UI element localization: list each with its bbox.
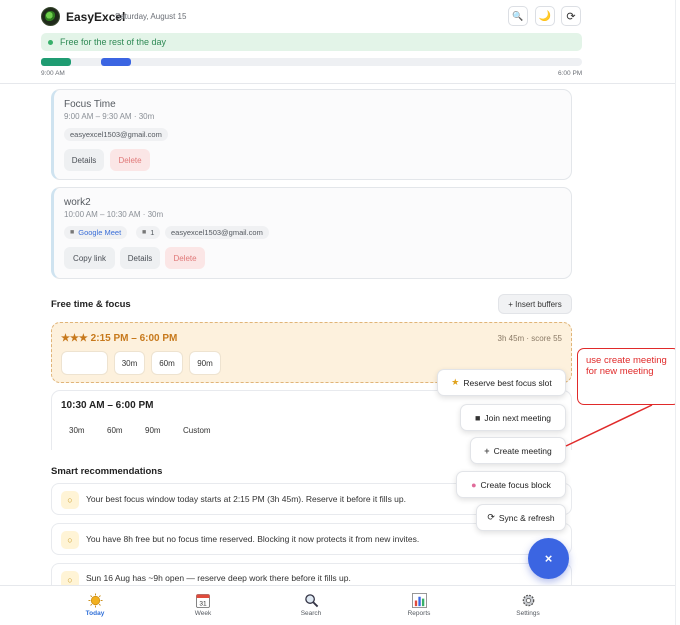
window-edge	[675, 0, 680, 625]
day-timeline	[41, 58, 582, 66]
recommendation-card[interactable]: ○ Sun 16 Aug has ~9h open — reserve deep…	[51, 563, 572, 589]
refresh-icon: ⟳	[566, 10, 576, 23]
nav-settings[interactable]: Settings	[498, 592, 558, 617]
moon-icon: 🌙	[538, 10, 552, 22]
create-focus-block-button[interactable]: ● Create focus block	[456, 471, 566, 498]
app-logo-icon	[41, 7, 60, 26]
nav-week[interactable]: 31 Week	[173, 592, 233, 617]
search-icon: 🔍	[512, 10, 524, 21]
join-label: Join next meeting	[484, 412, 552, 423]
event-time: 10:00 AM – 10:30 AM · 30m	[64, 210, 164, 219]
bar-chart-icon	[411, 592, 427, 608]
refresh-button[interactable]: ⟳	[561, 6, 581, 26]
google-meet-chip[interactable]: ■ Google Meet	[64, 226, 128, 239]
people-icon: ■	[142, 229, 147, 236]
slot-90m-option[interactable]: 90m	[145, 426, 161, 435]
free-status-banner: Free for the rest of the day	[41, 33, 582, 51]
sun-icon	[87, 592, 103, 608]
attendee-count-chip: ■ 1	[136, 226, 161, 239]
details-button[interactable]: Details	[64, 149, 104, 171]
duration-90m-button[interactable]: 90m	[189, 351, 221, 375]
search-icon	[303, 592, 319, 608]
nav-today[interactable]: Today	[65, 592, 125, 617]
duration-30m-button[interactable]: 30m	[114, 351, 145, 375]
attendee-count: 1	[150, 228, 155, 237]
timeline-end-label: 6:00 PM	[558, 70, 583, 77]
lightbulb-icon: ○	[61, 491, 79, 509]
slot-60m-option[interactable]: 60m	[107, 426, 123, 435]
recommendation-text: Your best focus window today starts at 2…	[86, 494, 407, 504]
recommendation-text: You have 8h free but no focus time reser…	[86, 534, 420, 544]
theme-toggle-button[interactable]: 🌙	[535, 6, 555, 26]
gear-icon	[520, 592, 536, 608]
video-camera-icon: ■	[474, 412, 481, 423]
duration-60m-button[interactable]: 60m	[151, 351, 183, 375]
attendee-email-chip: easyexcel1503@gmail.com	[64, 128, 168, 141]
close-icon: ×	[544, 551, 553, 566]
copy-link-button[interactable]: Copy link	[64, 247, 115, 269]
create-meeting-button[interactable]: + Create meeting	[470, 437, 566, 464]
reserve-best-focus-slot-button[interactable]: ★ Reserve best focus slot	[437, 369, 566, 396]
event-title: work2	[64, 197, 91, 208]
details-button[interactable]: Details	[120, 247, 160, 269]
bottom-nav: Today 31 Week Search Reports Settings	[0, 585, 680, 625]
timeline-start-label: 9:00 AM	[41, 70, 65, 77]
timeline-event-work2[interactable]	[101, 58, 131, 66]
insert-buffers-button[interactable]: + Insert buffers	[498, 294, 572, 314]
delete-button[interactable]: Delete	[165, 247, 205, 269]
brain-icon: ●	[471, 479, 477, 490]
search-button[interactable]: 🔍	[508, 6, 528, 26]
blank-duration-button[interactable]	[61, 351, 108, 375]
timeline-event-focus-time[interactable]	[41, 58, 71, 66]
svg-text:31: 31	[199, 600, 207, 607]
free-slot-time: 10:30 AM – 6:00 PM	[61, 400, 154, 411]
create-meeting-label: Create meeting	[493, 445, 552, 456]
event-card-work2[interactable]: work2 10:00 AM – 10:30 AM · 30m ■ Google…	[51, 187, 572, 279]
annotation-callout: use create meeting for new meeting	[577, 348, 680, 405]
plus-icon: +	[484, 445, 490, 456]
focus-block-label: Create focus block	[480, 479, 551, 490]
nav-today-label: Today	[85, 610, 105, 617]
reserve-label: Reserve best focus slot	[463, 377, 552, 388]
event-time: 9:00 AM – 9:30 AM · 30m	[64, 112, 155, 121]
free-status-text: Free for the rest of the day	[60, 37, 167, 47]
sync-label: Sync & refresh	[498, 512, 555, 523]
sync-refresh-button[interactable]: ⟳ Sync & refresh	[476, 504, 566, 531]
lightbulb-icon: ○	[61, 531, 79, 549]
refresh-icon: ⟳	[487, 512, 495, 522]
nav-week-label: Week	[194, 610, 212, 617]
free-time-section-title: Free time & focus	[51, 299, 131, 310]
nav-search-label: Search	[300, 610, 322, 617]
join-next-meeting-button[interactable]: ■ Join next meeting	[460, 404, 566, 431]
status-dot-icon	[48, 39, 53, 45]
recommendations-section-title: Smart recommendations	[51, 466, 163, 477]
delete-button[interactable]: Delete	[110, 149, 150, 171]
app-header: EasyExcel Saturday, August 15 🔍 🌙 ⟳ Free…	[0, 0, 680, 84]
nav-reports[interactable]: Reports	[389, 592, 449, 617]
event-card-focus-time[interactable]: Focus Time 9:00 AM – 9:30 AM · 30m easye…	[51, 89, 572, 180]
attendee-email-chip: easyexcel1503@gmail.com	[165, 226, 269, 239]
google-meet-label: Google Meet	[78, 228, 122, 237]
nav-reports-label: Reports	[407, 610, 431, 617]
fab-close-button[interactable]: ×	[528, 538, 569, 579]
best-slot-time: ★★★ 2:15 PM – 6:00 PM	[61, 333, 178, 344]
header-date: Saturday, August 15	[115, 12, 187, 21]
nav-search[interactable]: Search	[281, 592, 341, 617]
slot-30m-option[interactable]: 30m	[69, 426, 85, 435]
recommendation-text: Sun 16 Aug has ~9h open — reserve deep w…	[86, 573, 351, 583]
nav-settings-label: Settings	[516, 610, 540, 617]
star-icon: ★	[451, 377, 460, 387]
video-camera-icon: ■	[70, 229, 75, 236]
calendar-icon: 31	[195, 592, 211, 608]
slot-custom-option[interactable]: Custom	[183, 426, 211, 435]
event-title: Focus Time	[64, 99, 116, 110]
best-slot-meta: 3h 45m · score 55	[497, 334, 562, 343]
